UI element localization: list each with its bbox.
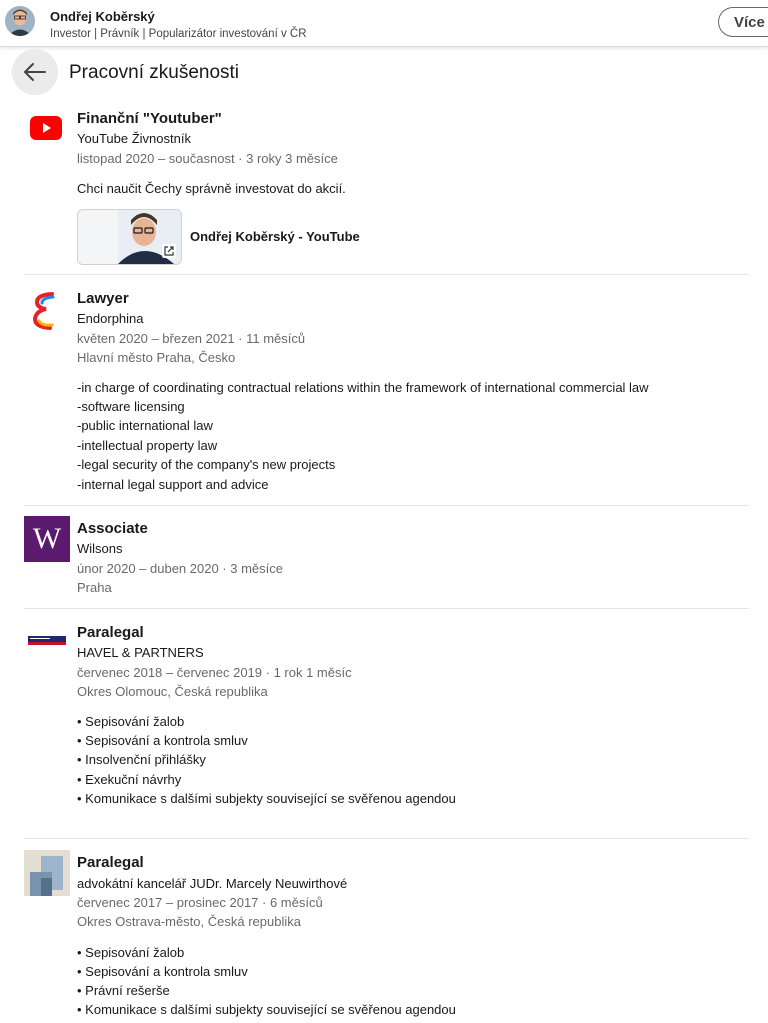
job-title: Paralegal [77,624,144,641]
page-title: Pracovní zkušenosti [69,62,240,83]
company-name: Endorphina [77,311,144,326]
job-title: Lawyer [77,290,129,307]
company-name: HAVEL & PARTNERS [77,645,204,660]
description-line: -internal legal support and advice [77,477,269,492]
location: Okres Ostrava-město, Česká republika [77,914,301,929]
description-line: • Komunikace s dalšími subjekty souvisej… [77,1002,456,1017]
media-link-label[interactable]: Ondřej Koběrský - YouTube [190,229,360,244]
wilsons-logo-icon[interactable]: W [24,516,70,562]
company-placeholder-logo-icon[interactable] [24,850,70,896]
job-title: Associate [77,520,148,537]
date-range: červenec 2018 – červenec 2019 · 1 rok 1 … [77,665,352,680]
location: Hlavní město Praha, Česko [77,350,236,365]
endorphina-logo-icon[interactable] [24,289,70,335]
back-button[interactable] [12,49,58,95]
description-line: -in charge of coordinating contractual r… [77,380,649,395]
description-line: Chci naučit Čechy správně investovat do … [77,181,346,196]
job-title: Paralegal [77,854,144,871]
job-title: Finanční "Youtuber" [77,110,222,127]
divider [24,274,749,275]
divider [24,608,749,609]
description-line: -software licensing [77,399,185,414]
description-line: • Sepisování a kontrola smluv [77,964,248,979]
youtube-logo-icon[interactable] [30,116,62,140]
divider [24,838,749,839]
date-range: listopad 2020 – současnost · 3 roky 3 mě… [77,151,338,166]
description-line: • Právní rešerše [77,983,170,998]
location: Okres Olomouc, Česká republika [77,684,268,699]
description-line: • Insolvenční přihlášky [77,752,206,767]
description-line: • Exekuční návrhy [77,772,182,787]
more-button[interactable]: Více [718,7,768,37]
company-name: advokátní kancelář JUDr. Marcely Neuwirt… [77,876,348,891]
description-line: • Sepisování žalob [77,945,185,960]
date-range: únor 2020 – duben 2020 · 3 měsíce [77,561,283,576]
external-link-icon [162,244,176,258]
description-line: • Sepisování žalob [77,714,185,729]
profile-name: Ondřej Koběrský [50,9,155,24]
havel-partners-logo-icon[interactable] [24,618,70,664]
location: Praha [77,580,112,595]
company-name: YouTube Živnostník [77,131,191,146]
date-range: červenec 2017 – prosinec 2017 · 6 měsíců [77,895,323,910]
divider [24,505,749,506]
date-range: květen 2020 – březen 2021 · 11 měsíců [77,331,306,346]
description-line: • Komunikace s dalšími subjekty souvisej… [77,791,456,806]
description-line: -public international law [77,418,213,433]
arrow-left-icon [24,63,46,81]
company-name: Wilsons [77,541,123,556]
description-line: • Sepisování a kontrola smluv [77,733,248,748]
logo-letter: W [32,522,62,555]
profile-headline: Investor | Právník | Popularizátor inves… [50,28,307,40]
avatar[interactable] [5,6,35,36]
description-line: -legal security of the company's new pro… [77,457,336,472]
profile-top-bar: Ondřej Koběrský Investor | Právník | Pop… [0,0,768,47]
media-thumbnail[interactable] [77,209,182,265]
description-line: -intellectual property law [77,438,218,453]
